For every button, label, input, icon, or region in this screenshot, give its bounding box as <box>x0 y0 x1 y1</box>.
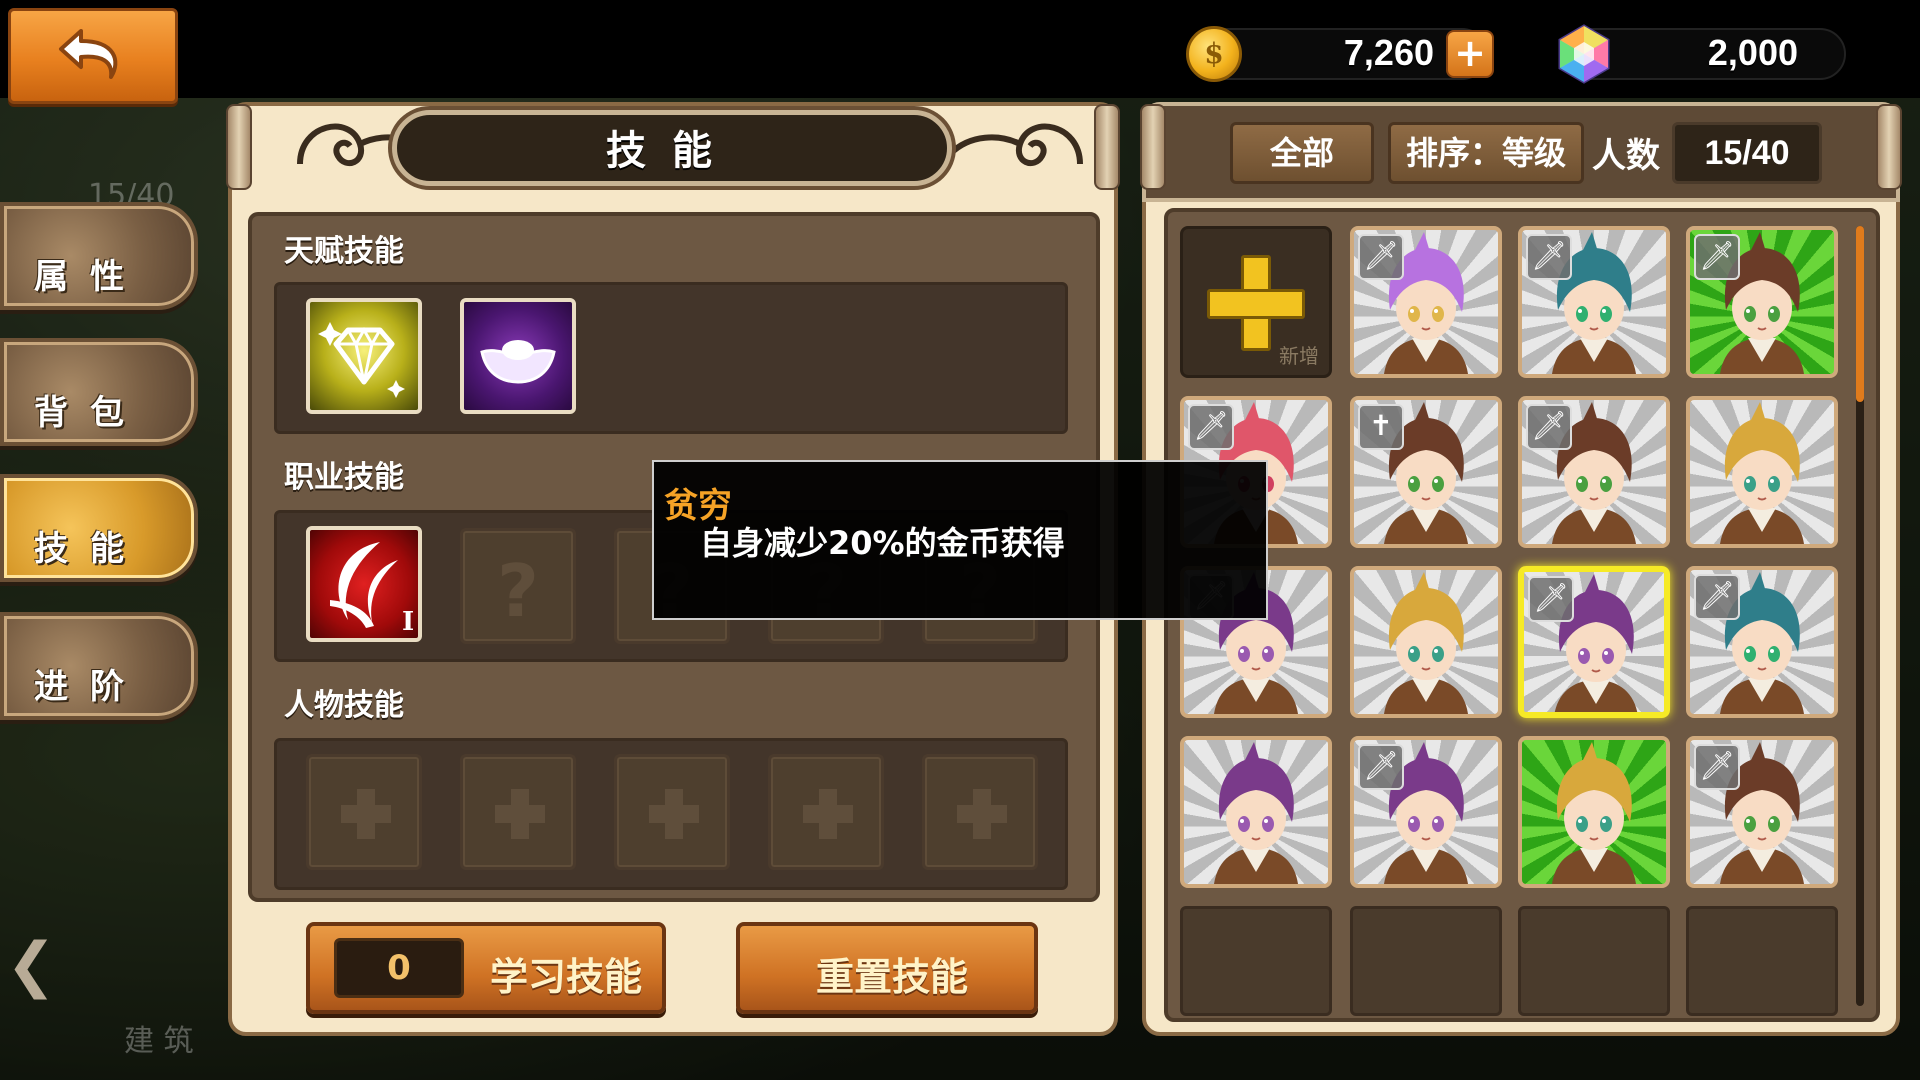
hero-portrait[interactable]: 🗡 <box>1518 396 1670 548</box>
add-skill-slot[interactable] <box>768 754 884 870</box>
sword-class-icon: 🗡 <box>1694 234 1740 280</box>
empty-hero-slot <box>1686 906 1838 1016</box>
question-mark-icon: ? <box>497 549 539 633</box>
back-arrow-icon <box>59 29 118 79</box>
hero-portrait[interactable]: 🗡 <box>1518 566 1670 718</box>
plus-icon <box>341 789 391 839</box>
tab-attributes-label: 属性 <box>34 257 146 297</box>
add-skill-slot[interactable] <box>460 754 576 870</box>
skill-tooltip: 贫穷 自身减少20%的金币获得 <box>652 460 1268 620</box>
add-hero-button[interactable]: 新增 <box>1180 226 1332 378</box>
empty-hero-slot <box>1180 906 1332 1016</box>
plus-icon <box>957 789 1007 839</box>
add-skill-slot[interactable] <box>922 754 1038 870</box>
silver-ingot-skill-icon[interactable] <box>460 298 576 414</box>
sword-class-icon: 🗡 <box>1358 234 1404 280</box>
talent-skills-label: 天赋技能 <box>284 234 404 269</box>
empty-hero-slot <box>1350 906 1502 1016</box>
sword-class-icon: 🗡 <box>1694 574 1740 620</box>
background-building-label: 建 筑 <box>124 1024 194 1059</box>
diamond-icon <box>318 322 405 398</box>
scroll-ornament-icon <box>947 123 1083 167</box>
tab-skills[interactable]: 技能 <box>0 474 198 582</box>
hero-portrait[interactable] <box>1518 736 1670 888</box>
tab-backpack[interactable]: 背包 <box>0 338 198 446</box>
tab-skills-label: 技能 <box>34 529 146 569</box>
hero-portrait[interactable]: 🗡 <box>1518 226 1670 378</box>
gem-icon <box>1558 24 1610 84</box>
coin-amount: 7,260 <box>1343 32 1434 73</box>
left-arrow-icon[interactable]: ❮ <box>6 930 56 1000</box>
panel-frame-rivet <box>226 104 252 190</box>
reset-skill-button[interactable]: 重置技能 <box>736 922 1038 1014</box>
claw-slash-icon: I <box>330 542 414 637</box>
panel-frame-rivet <box>1094 104 1120 190</box>
hero-face-icon <box>1384 572 1468 714</box>
tab-advance-label: 进阶 <box>34 667 146 707</box>
game-screen: 15/40 建 筑 ❮ $ 7,260 + 2,000 属性 背包 技能 进阶 … <box>0 0 1920 1080</box>
ingot-icon <box>480 340 556 384</box>
sword-class-icon: 🗡 <box>1526 404 1572 450</box>
sword-class-icon: 🗡 <box>1358 744 1404 790</box>
add-coins-button[interactable]: + <box>1446 30 1494 78</box>
cross-class-icon: ✝ <box>1358 404 1404 450</box>
sword-class-icon: 🗡 <box>1526 234 1572 280</box>
hero-face-icon <box>1720 402 1804 544</box>
claw-slash-skill-icon[interactable]: I <box>306 526 422 642</box>
skill-points-counter: 0 <box>334 938 464 998</box>
hero-portrait[interactable]: 🗡 <box>1686 226 1838 378</box>
plus-icon <box>649 789 699 839</box>
hero-face-icon <box>1214 742 1298 884</box>
hero-portrait[interactable] <box>1180 736 1332 888</box>
hero-face-icon <box>1552 742 1636 884</box>
hero-portrait[interactable]: 🗡 <box>1350 736 1502 888</box>
roster-scrollbar-thumb[interactable] <box>1856 226 1864 402</box>
add-skill-slot[interactable] <box>614 754 730 870</box>
add-hero-label: 新增 <box>1279 344 1319 368</box>
tab-attributes[interactable]: 属性 <box>0 202 198 310</box>
sword-class-icon: 🗡 <box>1528 576 1574 622</box>
svg-text:I: I <box>402 607 414 637</box>
sort-by-level-button[interactable]: 排序：等级 <box>1388 122 1584 184</box>
tooltip-description: 自身减少20%的金币获得 <box>700 524 1065 562</box>
class-skills-label: 职业技能 <box>284 460 404 495</box>
filter-all-button[interactable]: 全部 <box>1230 122 1374 184</box>
plus-icon <box>803 789 853 839</box>
skill-panel-title: 技能 <box>606 128 738 174</box>
tab-advance[interactable]: 进阶 <box>0 612 198 720</box>
hero-portrait[interactable]: 🗡 <box>1686 566 1838 718</box>
panel-frame-rivet <box>1876 104 1902 190</box>
tab-backpack-label: 背包 <box>34 393 146 433</box>
hero-portrait[interactable]: ✝ <box>1350 396 1502 548</box>
locked-skill-slot: ? <box>460 528 576 644</box>
hero-portrait[interactable]: 🗡 <box>1686 736 1838 888</box>
gem-amount: 2,000 <box>1707 32 1798 73</box>
plus-icon <box>495 789 545 839</box>
hero-count-value: 15/40 <box>1672 122 1822 184</box>
hero-portrait[interactable] <box>1350 566 1502 718</box>
diamond-skill-icon[interactable] <box>306 298 422 414</box>
hero-portrait[interactable] <box>1686 396 1838 548</box>
add-skill-slot[interactable] <box>306 754 422 870</box>
panel-frame-rivet <box>1140 104 1166 190</box>
learn-skill-label: 学习技能 <box>490 955 643 999</box>
sword-class-icon: 🗡 <box>1188 404 1234 450</box>
back-button[interactable] <box>8 8 178 104</box>
hero-count-label: 人数 <box>1592 136 1660 176</box>
empty-hero-slot <box>1518 906 1670 1016</box>
hero-portrait[interactable]: 🗡 <box>1350 226 1502 378</box>
coin-icon: $ <box>1186 26 1242 82</box>
character-skills-label: 人物技能 <box>284 688 404 723</box>
sword-class-icon: 🗡 <box>1694 744 1740 790</box>
reset-skill-label: 重置技能 <box>816 955 969 999</box>
